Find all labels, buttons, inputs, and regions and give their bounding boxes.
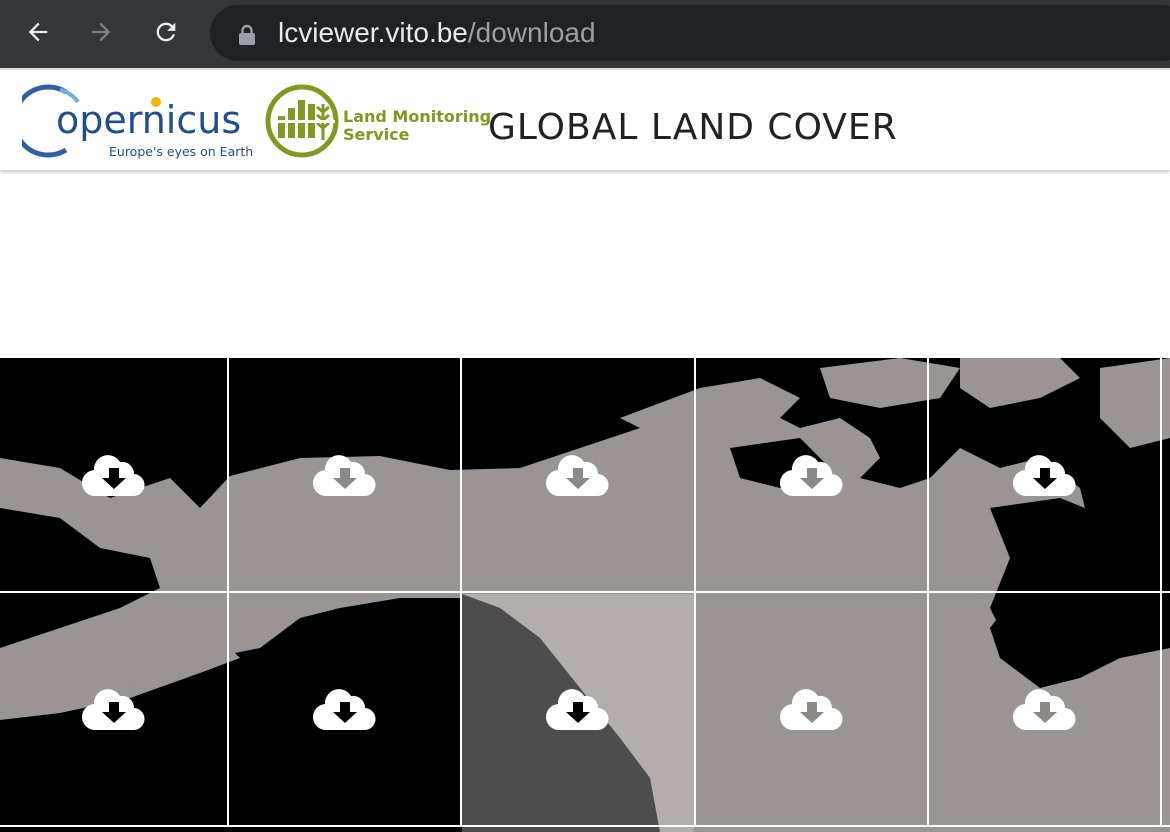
reload-icon[interactable] [147,13,185,51]
tile-download-r2c5[interactable] [929,593,1162,827]
tile-download-r1c3[interactable] [462,358,696,593]
download-map [0,358,1170,832]
url-host: lcviewer.vito.be [278,17,468,48]
tile-download-r2c3[interactable] [462,593,696,827]
tile-partial-r1c6[interactable] [1162,358,1170,593]
cloud-download-icon [1012,689,1075,731]
copernicus-dot-icon [151,97,161,107]
tile-download-r1c1[interactable] [0,358,229,593]
cloud-download-icon [81,454,144,496]
browser-toolbar: lcviewer.vito.be/download [0,0,1170,68]
cloud-download-icon [779,689,842,731]
site-header: opernicus Europe's eyes on Earth Land Mo… [0,68,1170,170]
page-title: GLOBAL LAND COVER [488,107,898,148]
cloud-download-icon [546,689,609,731]
tile-download-r1c2[interactable] [229,358,462,593]
cloud-download-icon [81,689,144,731]
cloud-download-icon [779,454,842,496]
lms-line2: Service [343,125,410,144]
cloud-download-icon [1012,454,1075,496]
tile-download-r1c5[interactable] [929,358,1162,593]
tile-download-r1c4[interactable] [696,358,929,593]
tile-download-r2c4[interactable] [696,593,929,827]
lock-icon [239,24,255,45]
back-arrow-icon[interactable] [19,13,57,51]
copernicus-tagline: Europe's eyes on Earth [109,144,254,159]
lms-wordmark: Land Monitoring Service [343,108,491,144]
copernicus-wordmark: opernicus [56,98,242,142]
forward-arrow-icon[interactable] [82,13,120,51]
url-text[interactable]: lcviewer.vito.be/download [278,17,596,49]
tile-download-r2c1[interactable] [0,593,229,827]
tile-download-r2c2[interactable] [229,593,462,827]
cloud-download-icon [312,454,375,496]
copernicus-logo[interactable]: opernicus Europe's eyes on Earth [22,82,253,162]
land-monitoring-service-logo[interactable]: Land Monitoring Service [265,82,491,162]
cloud-download-icon [312,689,375,731]
cloud-download-icon [546,454,609,496]
tile-partial-r2c6[interactable] [1162,593,1170,827]
address-bar[interactable]: lcviewer.vito.be/download [210,5,1170,61]
tile-grid [0,358,1170,832]
lms-emblem-icon [265,84,339,158]
url-path: /download [467,17,596,48]
lms-line1: Land Monitoring [343,107,492,126]
